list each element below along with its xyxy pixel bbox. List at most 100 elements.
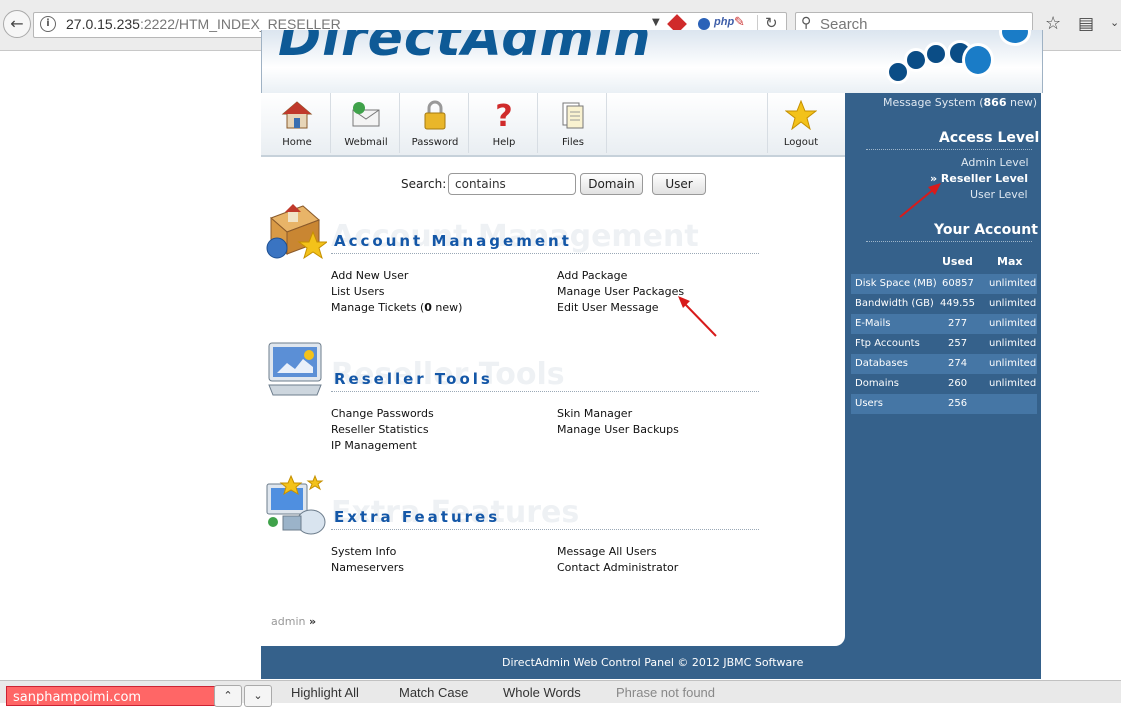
manage-user-packages-link[interactable]: Manage User Packages [557,285,684,298]
bookmark-star-icon[interactable]: ☆ [1045,13,1061,34]
extra-features-icon [266,474,326,535]
account-management-title: Account Management [334,232,572,250]
message-system-prefix: Message System ( [883,96,984,109]
logo-dot [962,43,994,77]
logo-dot [924,42,948,66]
message-system-count: 866 [983,96,1007,109]
footer-copyright: DirectAdmin Web Control Panel © 2012 JBM… [502,656,804,669]
extra-features-title: Extra Features [334,508,501,526]
usage-name: Domains [855,378,900,389]
contact-administrator-link[interactable]: Contact Administrator [557,561,678,574]
nav-password-label: Password [411,137,459,148]
nav-password[interactable]: Password [402,93,469,153]
extension-blue-icon[interactable] [698,18,710,30]
reseller-tools-title: Reseller Tools [334,370,493,388]
nav-files[interactable]: Files [540,93,607,153]
sidebar-divider [866,241,1032,242]
breadcrumb-user[interactable]: admin [271,615,305,628]
search-domain-button[interactable]: Domain [580,173,643,195]
section-divider [331,529,759,530]
usage-max: unlimited [989,278,1037,289]
usage-name: E-Mails [855,318,891,329]
nav-help[interactable]: ? Help [471,93,538,153]
tickets-suffix: new) [431,301,463,314]
list-users-link[interactable]: List Users [331,285,385,298]
tickets-prefix: Manage Tickets ( [331,301,425,314]
find-status: Phrase not found [616,685,716,700]
usage-used: 256 [948,398,968,409]
add-package-link[interactable]: Add Package [557,269,627,282]
message-system-link[interactable]: Message System (866 new) [883,96,1037,109]
change-passwords-link[interactable]: Change Passwords [331,407,434,420]
nav-logout-label: Logout [783,137,819,148]
find-input[interactable]: sanphampoimi.com [6,686,219,706]
section-divider [331,391,759,392]
usage-used: 60857 [942,278,974,289]
reseller-level-link[interactable]: » Reseller Level [930,172,1028,185]
pen-extension-icon[interactable]: ✎ [734,15,745,30]
info-icon[interactable]: i [40,16,56,32]
logout-star-icon [785,100,817,130]
search-label: Search: [401,177,447,191]
nav-home[interactable]: Home [264,93,331,153]
reading-list-icon[interactable]: ▤ [1078,14,1094,34]
usage-used: 277 [948,318,968,329]
usage-name: Databases [855,358,908,369]
find-bar: sanphampoimi.com ⌃ ⌄ Highlight All Match… [0,680,1121,707]
help-icon: ? [495,100,512,130]
ip-management-link[interactable]: IP Management [331,439,417,452]
overflow-chevron-icon[interactable]: ⌄ [1110,16,1119,29]
usage-used: 260 [948,378,968,389]
reseller-statistics-link[interactable]: Reseller Statistics [331,423,429,436]
find-previous-icon[interactable]: ⌃ [214,685,242,707]
url-dropdown-icon[interactable]: ▼ [652,17,660,28]
admin-level-link[interactable]: Admin Level [961,156,1029,169]
account-management-icon [266,204,327,260]
search-input[interactable]: contains [448,173,576,195]
edit-user-message-link[interactable]: Edit User Message [557,301,659,314]
nav-help-label: Help [492,137,516,148]
home-icon [281,101,313,129]
php-extension-icon[interactable]: php [714,16,734,28]
table-row: Bandwidth (GB) 449.55 unlimited [851,294,1037,314]
skin-manager-link[interactable]: Skin Manager [557,407,632,420]
usage-name: Disk Space (MB) [855,278,937,289]
breadcrumb: admin » [271,615,316,628]
manage-tickets-link[interactable]: Manage Tickets (0 new) [331,301,462,314]
back-arrow-icon[interactable]: ← [3,10,31,38]
lock-icon [424,100,446,130]
usage-used-header: Used [942,255,973,268]
nav-logout[interactable]: Logout [767,93,834,153]
usage-name: Users [855,398,884,409]
usage-name: Bandwidth (GB) [855,298,934,309]
usage-name: Ftp Accounts [855,338,920,349]
sidebar-divider [866,149,1032,150]
highlight-all-toggle[interactable]: Highlight All [291,685,359,700]
nameservers-link[interactable]: Nameservers [331,561,404,574]
nav-webmail-label: Webmail [344,137,388,148]
table-row: E-Mails 277 unlimited [851,314,1037,334]
usage-used: 449.55 [940,298,975,309]
system-info-link[interactable]: System Info [331,545,396,558]
usage-max: unlimited [989,338,1037,349]
whole-words-toggle[interactable]: Whole Words [503,685,581,700]
message-all-users-link[interactable]: Message All Users [557,545,657,558]
manage-user-backups-link[interactable]: Manage User Backups [557,423,679,436]
table-row: Ftp Accounts 257 unlimited [851,334,1037,354]
url-host: 27.0.15.235 [66,16,140,32]
nav-home-label: Home [282,137,312,148]
nav-webmail[interactable]: Webmail [333,93,400,153]
usage-used: 257 [948,338,968,349]
search-user-button[interactable]: User [652,173,706,195]
page-header: DirectAdmin [261,30,1043,93]
directadmin-logo: DirectAdmin [278,30,652,68]
add-new-user-link[interactable]: Add New User [331,269,408,282]
message-system-suffix: new) [1006,96,1038,109]
table-row: Databases 274 unlimited [851,354,1037,374]
match-case-toggle[interactable]: Match Case [399,685,468,700]
tickets-count: 0 [424,301,432,314]
breadcrumb-separator: » [308,615,317,628]
find-next-icon[interactable]: ⌄ [244,685,272,707]
user-level-link[interactable]: User Level [970,188,1028,201]
table-row: Users 256 [851,394,1037,414]
